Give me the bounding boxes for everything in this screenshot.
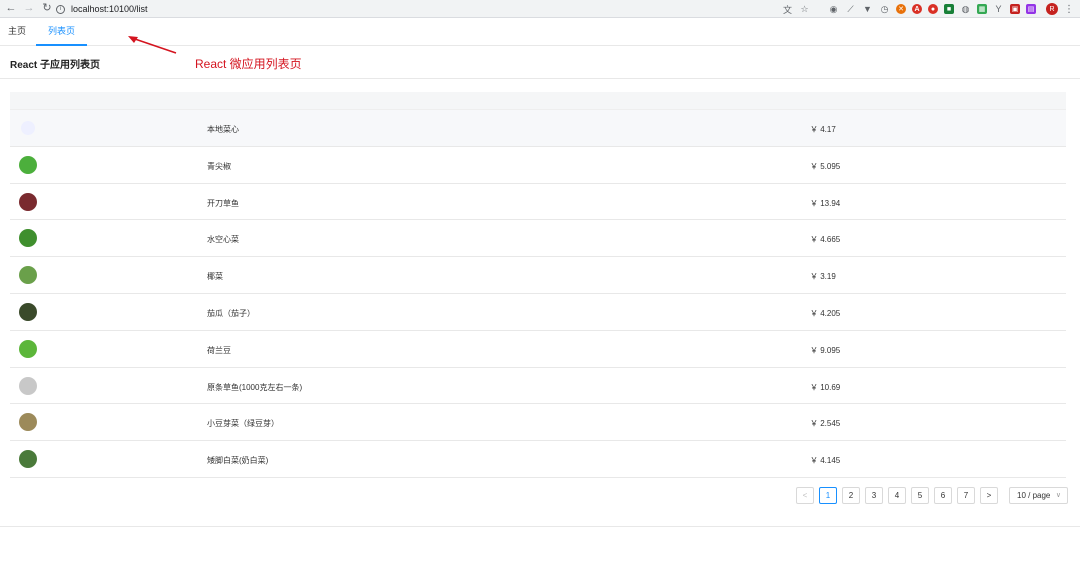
table-row[interactable]: 本地菜心 ￥ 4.17 [10,110,1066,147]
product-name: 矮脚白菜(奶白菜) [207,456,269,466]
product-thumbnail [19,302,37,321]
page-2-button[interactable]: 2 [842,487,860,504]
address-bar[interactable]: i localhost:10100/list [56,2,786,16]
extension-red-icon[interactable]: ● [928,4,938,14]
product-thumbnail [19,413,37,432]
bookmark-star-icon[interactable]: ☆ [799,4,810,14]
menu-kebab-icon[interactable]: ⋮ [1064,4,1074,15]
page-4-button[interactable]: 4 [888,487,906,504]
page-3-button[interactable]: 3 [865,487,883,504]
product-price: ￥ 10.69 [810,382,841,392]
extension-green-icon[interactable]: ■ [944,4,954,14]
back-arrow-icon[interactable]: ← [4,2,18,16]
extension-purple-icon[interactable]: ▤ [1026,4,1036,14]
product-price: ￥ 9.095 [810,345,841,355]
extension-image-icon[interactable]: ▣ [1010,4,1020,14]
product-price: ￥ 4.145 [810,456,841,466]
next-page-button[interactable]: > [980,487,998,504]
url-text[interactable]: localhost:10100/list [71,4,148,14]
extension-orange-icon[interactable]: ✕ [896,4,906,14]
table-row[interactable]: 矮脚白菜(奶白菜) ￥ 4.145 [10,441,1066,478]
pagination: < 1 2 3 4 5 6 7 > 10 / page ∨ [796,487,1068,504]
table-header [10,92,1066,110]
forward-arrow-icon[interactable]: → [22,2,36,16]
page-size-value: 10 / page [1017,491,1051,500]
product-thumbnail [19,192,37,211]
tab-list[interactable]: 列表页 [36,19,88,46]
table-row[interactable]: 茄瓜（茄子） ￥ 4.205 [10,294,1066,331]
reload-icon[interactable]: ↻ [40,2,54,16]
product-price: ￥ 5.095 [810,161,841,171]
product-name: 本地菜心 [207,125,239,134]
translate-icon[interactable]: 文 [782,4,793,15]
page-header: React 子应用列表页 [0,46,1080,79]
product-thumbnail [19,229,37,248]
table-row[interactable]: 小豆芽菜（绿豆芽） ￥ 2.545 [10,404,1066,442]
page-title: React 子应用列表页 [10,60,101,71]
table-row[interactable]: 原条草鱼(1000克左右一条) ￥ 10.69 [10,368,1066,405]
page-6-button[interactable]: 6 [934,487,952,504]
table-row[interactable]: 开刀草鱼 ￥ 13.94 [10,184,1066,221]
product-price: ￥ 2.545 [810,419,841,429]
product-thumbnail [19,376,37,395]
page-size-select[interactable]: 10 / page ∨ [1009,487,1068,504]
page-1-button[interactable]: 1 [819,487,837,504]
prev-page-button[interactable]: < [796,487,814,504]
product-name: 椰菜 [207,272,223,282]
extension-vue-icon[interactable]: ▼ [862,4,873,14]
product-thumbnail [19,266,37,285]
table-row[interactable]: 青尖椒 ￥ 5.095 [10,147,1066,184]
product-thumbnail [19,450,37,469]
extension-wifi-icon[interactable]: ◉ [828,4,839,14]
content-divider [0,526,1080,527]
product-name: 水空心菜 [207,235,239,245]
table-row[interactable]: 水空心菜 ￥ 4.665 [10,220,1066,258]
product-price: ￥ 3.19 [810,272,836,282]
product-thumbnail [19,339,37,358]
browser-toolbar: ← → ↻ i localhost:10100/list 文 ☆ ◉ ⟋ ▼ ◷… [0,0,1080,18]
product-price: ￥ 13.94 [810,198,841,208]
product-name: 开刀草鱼 [207,198,239,208]
product-price: ￥ 4.665 [810,235,841,245]
product-name: 茄瓜（茄子） [207,308,255,318]
adblock-icon[interactable]: A [912,4,922,14]
extension-y-icon[interactable]: Y [993,4,1004,14]
profile-avatar[interactable]: R [1046,3,1058,15]
product-name: 青尖椒 [207,161,231,171]
extensions-bar: 文 ☆ ◉ ⟋ ▼ ◷ ✕ A ● ■ ◍ ▦ Y ▣ ▤ R ⋮ [782,3,1074,15]
table-row[interactable]: 荷兰豆 ￥ 9.095 [10,331,1066,368]
info-icon[interactable]: i [56,4,65,14]
product-price: ￥ 4.205 [810,308,841,318]
tab-home[interactable]: 主页 [0,19,34,46]
product-thumbnail [21,121,35,135]
extension-grid-icon[interactable]: ▦ [977,4,987,14]
extension-timer-icon[interactable]: ◷ [879,4,890,14]
product-name: 原条草鱼(1000克左右一条) [207,382,303,392]
product-price: ￥ 4.17 [810,125,836,134]
page-7-button[interactable]: 7 [957,487,975,504]
chevron-down-icon: ∨ [1055,492,1061,499]
product-thumbnail [19,155,37,174]
table-body: 本地菜心 ￥ 4.17 青尖椒 ￥ 5.095 开刀草鱼 ￥ 13.94 水空心菜 ￥ 4.6… [10,110,1066,478]
product-table: 本地菜心 ￥ 4.17 青尖椒 ￥ 5.095 开刀草鱼 ￥ 13.94 水空心菜 ￥ 4.6… [10,92,1066,478]
page-5-button[interactable]: 5 [911,487,929,504]
product-name: 荷兰豆 [207,345,231,355]
extension-globe-icon[interactable]: ◍ [960,4,971,14]
extension-chart-icon[interactable]: ⟋ [845,4,856,14]
product-name: 小豆芽菜（绿豆芽） [207,419,279,429]
table-row[interactable]: 椰菜 ￥ 3.19 [10,257,1066,294]
